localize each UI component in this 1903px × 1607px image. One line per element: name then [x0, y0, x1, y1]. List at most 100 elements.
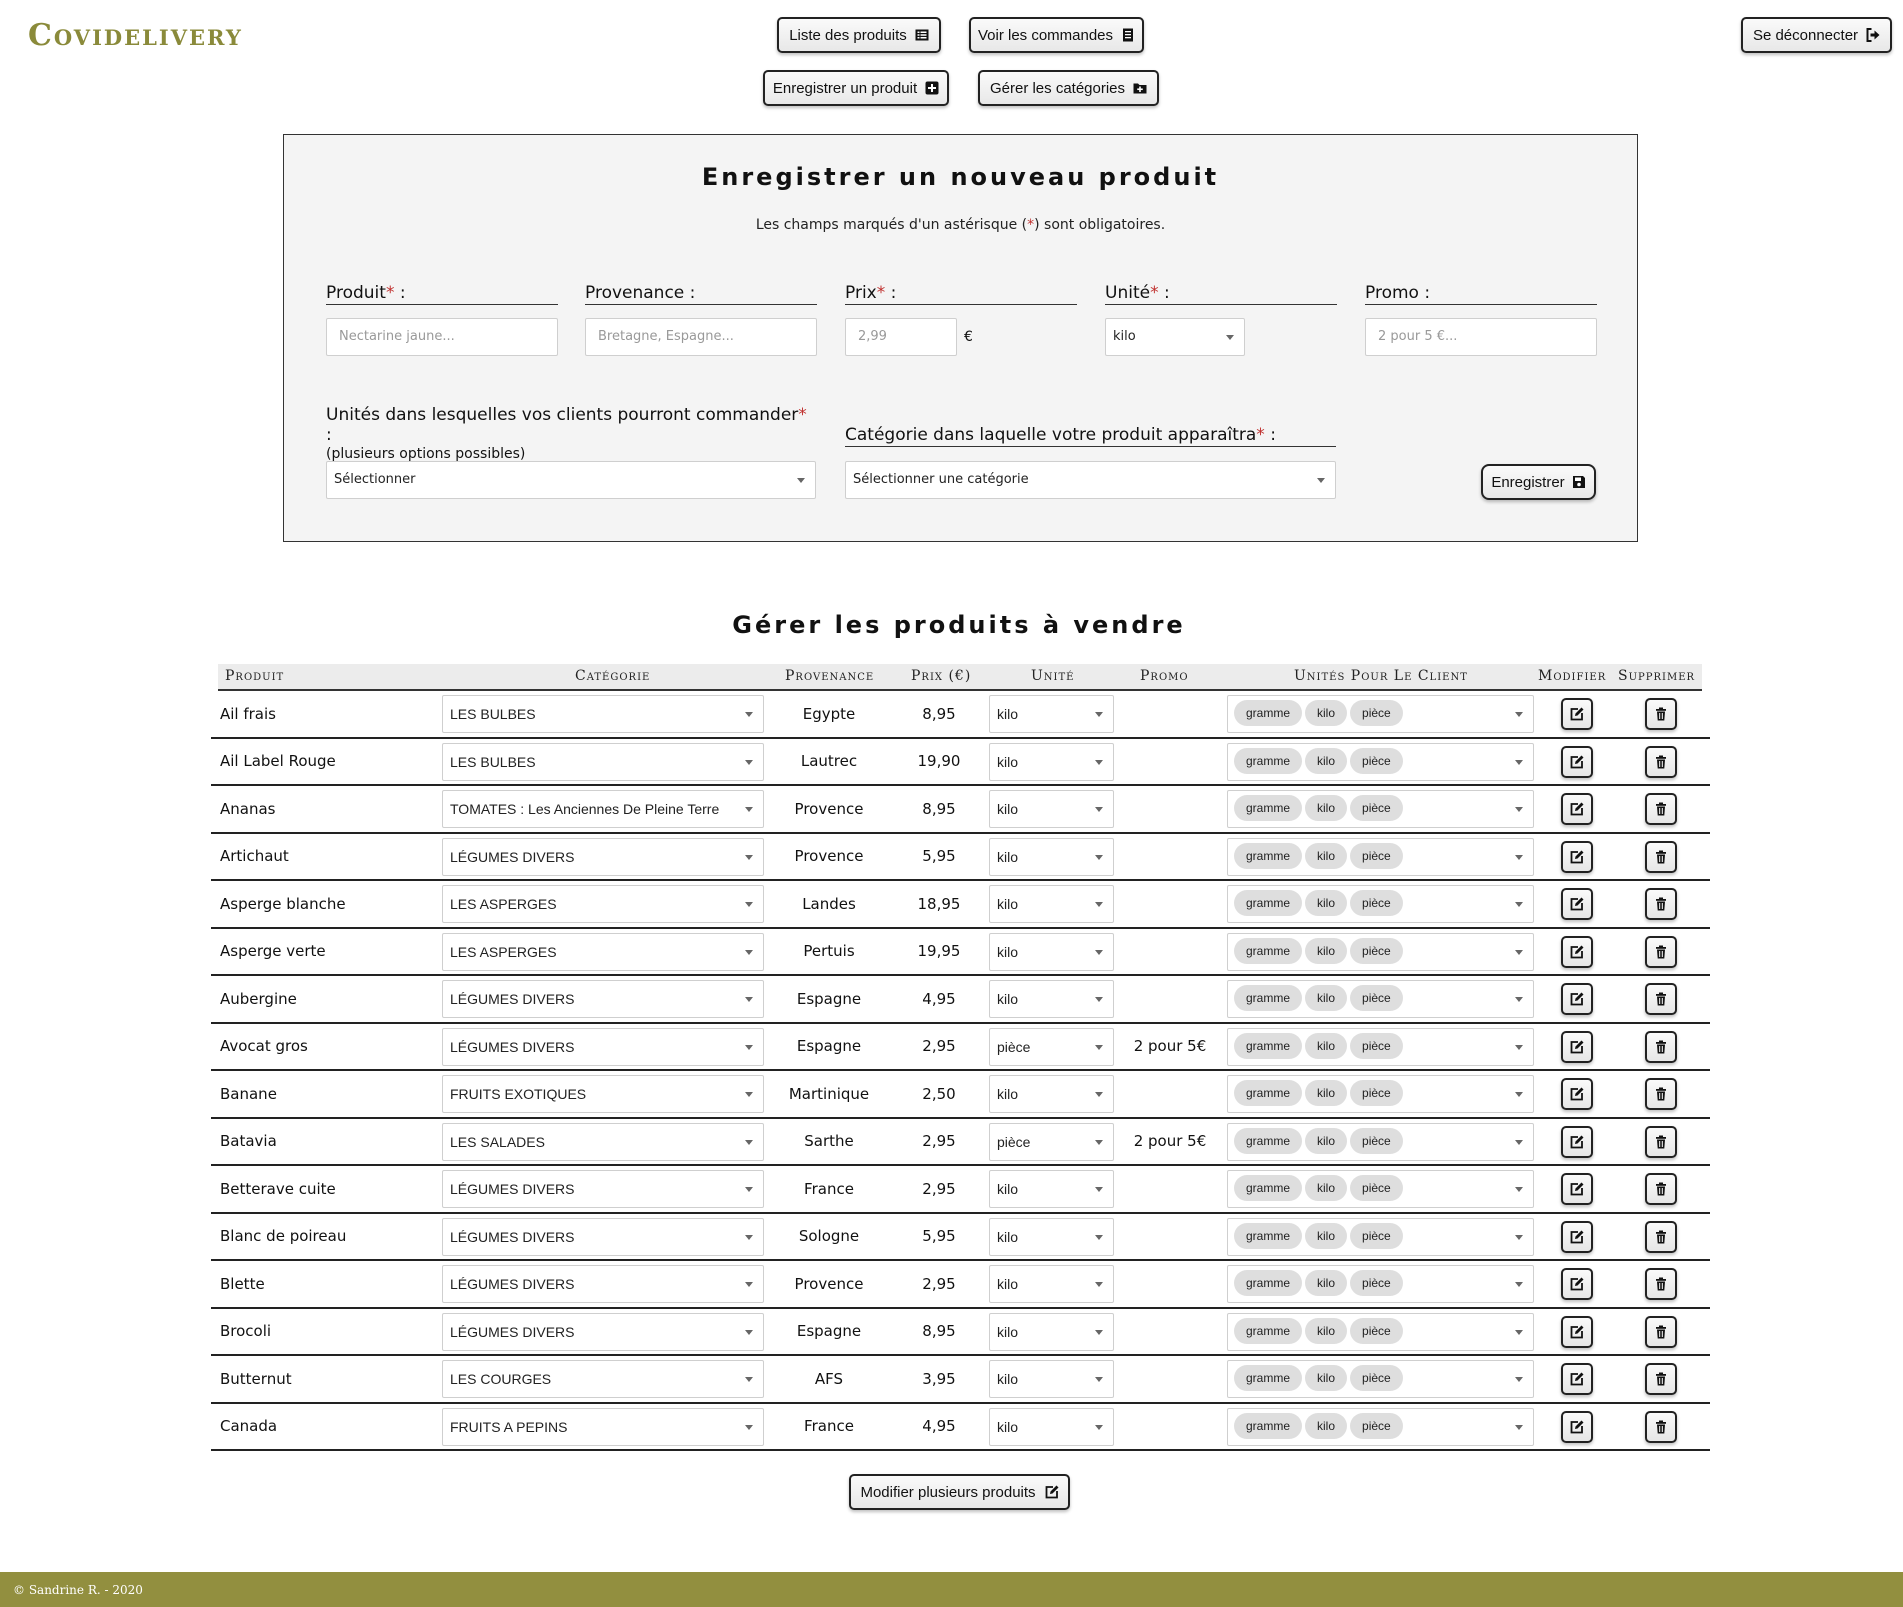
edit-button[interactable]: [1561, 1363, 1593, 1395]
unit-select[interactable]: kilo: [989, 980, 1114, 1018]
unit-chip[interactable]: pièce: [1350, 1127, 1403, 1154]
client-units-select[interactable]: gramme kilo pièce: [1227, 885, 1534, 923]
unit-chip[interactable]: kilo: [1305, 1270, 1348, 1296]
unit-select[interactable]: kilo: [989, 790, 1114, 828]
unit-chip[interactable]: kilo: [1305, 1222, 1348, 1249]
delete-button[interactable]: [1645, 888, 1677, 920]
delete-button[interactable]: [1645, 698, 1677, 730]
unit-chip[interactable]: kilo: [1305, 1317, 1348, 1344]
delete-button[interactable]: [1645, 1410, 1677, 1443]
unit-chip[interactable]: gramme: [1234, 1222, 1303, 1249]
edit-button[interactable]: [1561, 698, 1593, 730]
delete-button[interactable]: [1645, 1173, 1677, 1205]
list-products-button[interactable]: Liste des produits: [777, 17, 941, 53]
unit-chip[interactable]: pièce: [1350, 937, 1403, 964]
unit-chip[interactable]: kilo: [1305, 1080, 1348, 1106]
delete-button[interactable]: [1645, 1078, 1677, 1110]
unit-select[interactable]: pièce: [989, 1122, 1114, 1161]
unit-chip[interactable]: pièce: [1350, 1080, 1403, 1106]
unit-chip[interactable]: kilo: [1305, 1412, 1348, 1439]
delete-button[interactable]: [1645, 1268, 1677, 1300]
category-select[interactable]: LES COURGES: [442, 1360, 764, 1398]
unit-chip[interactable]: kilo: [1305, 747, 1348, 774]
client-units-select[interactable]: gramme kilo pièce: [1227, 1407, 1534, 1446]
category-select[interactable]: LES SALADES: [442, 1122, 764, 1161]
unit-chip[interactable]: pièce: [1350, 747, 1403, 774]
category-select[interactable]: LÉGUMES DIVERS: [442, 1312, 764, 1351]
client-units-select[interactable]: gramme kilo pièce: [1227, 1312, 1534, 1351]
delete-button[interactable]: [1645, 745, 1677, 778]
delete-button[interactable]: [1645, 983, 1677, 1015]
unit-chip[interactable]: gramme: [1234, 1175, 1303, 1201]
unit-select[interactable]: kilo: [989, 1265, 1114, 1303]
category-select[interactable]: LÉGUMES DIVERS: [442, 980, 764, 1018]
unit-chip[interactable]: gramme: [1234, 842, 1303, 869]
unit-select[interactable]: kilo: [989, 837, 1114, 876]
brand-logo[interactable]: Covidelivery: [28, 18, 243, 53]
unit-select[interactable]: kilo: [989, 1170, 1114, 1208]
unit-chip[interactable]: gramme: [1234, 795, 1303, 821]
category-select[interactable]: LES ASPERGES: [442, 932, 764, 971]
unit-select[interactable]: kilo: [989, 742, 1114, 781]
edit-button[interactable]: [1561, 1030, 1593, 1063]
unit-chip[interactable]: gramme: [1234, 1127, 1303, 1154]
unit-chip[interactable]: gramme: [1234, 747, 1303, 774]
edit-button[interactable]: [1561, 793, 1593, 825]
client-units-select[interactable]: gramme kilo pièce: [1227, 1217, 1534, 1256]
unit-chip[interactable]: pièce: [1350, 1270, 1403, 1296]
edit-button[interactable]: [1561, 745, 1593, 778]
unit-select[interactable]: kilo: [989, 885, 1114, 923]
promo-input[interactable]: 2 pour 5 €...: [1365, 318, 1597, 356]
unit-chip[interactable]: pièce: [1350, 1412, 1403, 1439]
delete-button[interactable]: [1645, 1030, 1677, 1063]
unit-chip[interactable]: pièce: [1350, 795, 1403, 821]
edit-button[interactable]: [1561, 840, 1593, 873]
view-orders-button[interactable]: Voir les commandes: [969, 17, 1144, 53]
edit-button[interactable]: [1561, 935, 1593, 968]
client-units-select[interactable]: gramme kilo pièce: [1227, 980, 1534, 1018]
unit-chip[interactable]: pièce: [1350, 985, 1403, 1011]
category-select[interactable]: TOMATES : Les Anciennes De Pleine Terre: [442, 790, 764, 828]
unit-select[interactable]: kilo: [989, 1075, 1114, 1113]
edit-button[interactable]: [1561, 1078, 1593, 1110]
edit-button[interactable]: [1561, 1410, 1593, 1443]
client-units-select[interactable]: gramme kilo pièce: [1227, 790, 1534, 828]
category-select[interactable]: FRUITS EXOTIQUES: [442, 1075, 764, 1113]
save-button[interactable]: Enregistrer: [1481, 464, 1596, 500]
unit-chip[interactable]: pièce: [1350, 890, 1403, 916]
unit-chip[interactable]: kilo: [1305, 1032, 1348, 1059]
unit-chip[interactable]: kilo: [1305, 842, 1348, 869]
edit-button[interactable]: [1561, 983, 1593, 1015]
unit-chip[interactable]: pièce: [1350, 842, 1403, 869]
manage-categories-button[interactable]: Gérer les catégories: [978, 70, 1159, 106]
unit-chip[interactable]: gramme: [1234, 1365, 1303, 1391]
delete-button[interactable]: [1645, 1315, 1677, 1348]
unit-chip[interactable]: pièce: [1350, 1317, 1403, 1344]
category-select[interactable]: LÉGUMES DIVERS: [442, 1027, 764, 1066]
unit-chip[interactable]: pièce: [1350, 700, 1403, 726]
client-units-select[interactable]: gramme kilo pièce: [1227, 1265, 1534, 1303]
unit-chip[interactable]: gramme: [1234, 1080, 1303, 1106]
unit-chip[interactable]: kilo: [1305, 937, 1348, 964]
unit-chip[interactable]: kilo: [1305, 1127, 1348, 1154]
unit-select[interactable]: pièce: [989, 1027, 1114, 1066]
category-select[interactable]: LÉGUMES DIVERS: [442, 1170, 764, 1208]
unit-select[interactable]: kilo: [989, 1407, 1114, 1446]
client-units-select[interactable]: gramme kilo pièce: [1227, 1122, 1534, 1161]
unit-chip[interactable]: kilo: [1305, 985, 1348, 1011]
unit-chip[interactable]: gramme: [1234, 985, 1303, 1011]
unit-chip[interactable]: gramme: [1234, 1412, 1303, 1439]
category-select[interactable]: LÉGUMES DIVERS: [442, 1217, 764, 1256]
unit-select[interactable]: kilo: [1105, 318, 1245, 356]
category-select[interactable]: LES ASPERGES: [442, 885, 764, 923]
unit-chip[interactable]: kilo: [1305, 890, 1348, 916]
unit-chip[interactable]: gramme: [1234, 1317, 1303, 1344]
product-input[interactable]: Nectarine jaune...: [326, 318, 558, 356]
unit-select[interactable]: kilo: [989, 1360, 1114, 1398]
register-product-button[interactable]: Enregistrer un produit: [763, 70, 949, 106]
unit-chip[interactable]: gramme: [1234, 1270, 1303, 1296]
unit-chip[interactable]: kilo: [1305, 700, 1348, 726]
client-units-select[interactable]: gramme kilo pièce: [1227, 1170, 1534, 1208]
bulk-edit-button[interactable]: Modifier plusieurs produits: [849, 1474, 1070, 1510]
unit-chip[interactable]: gramme: [1234, 1032, 1303, 1059]
